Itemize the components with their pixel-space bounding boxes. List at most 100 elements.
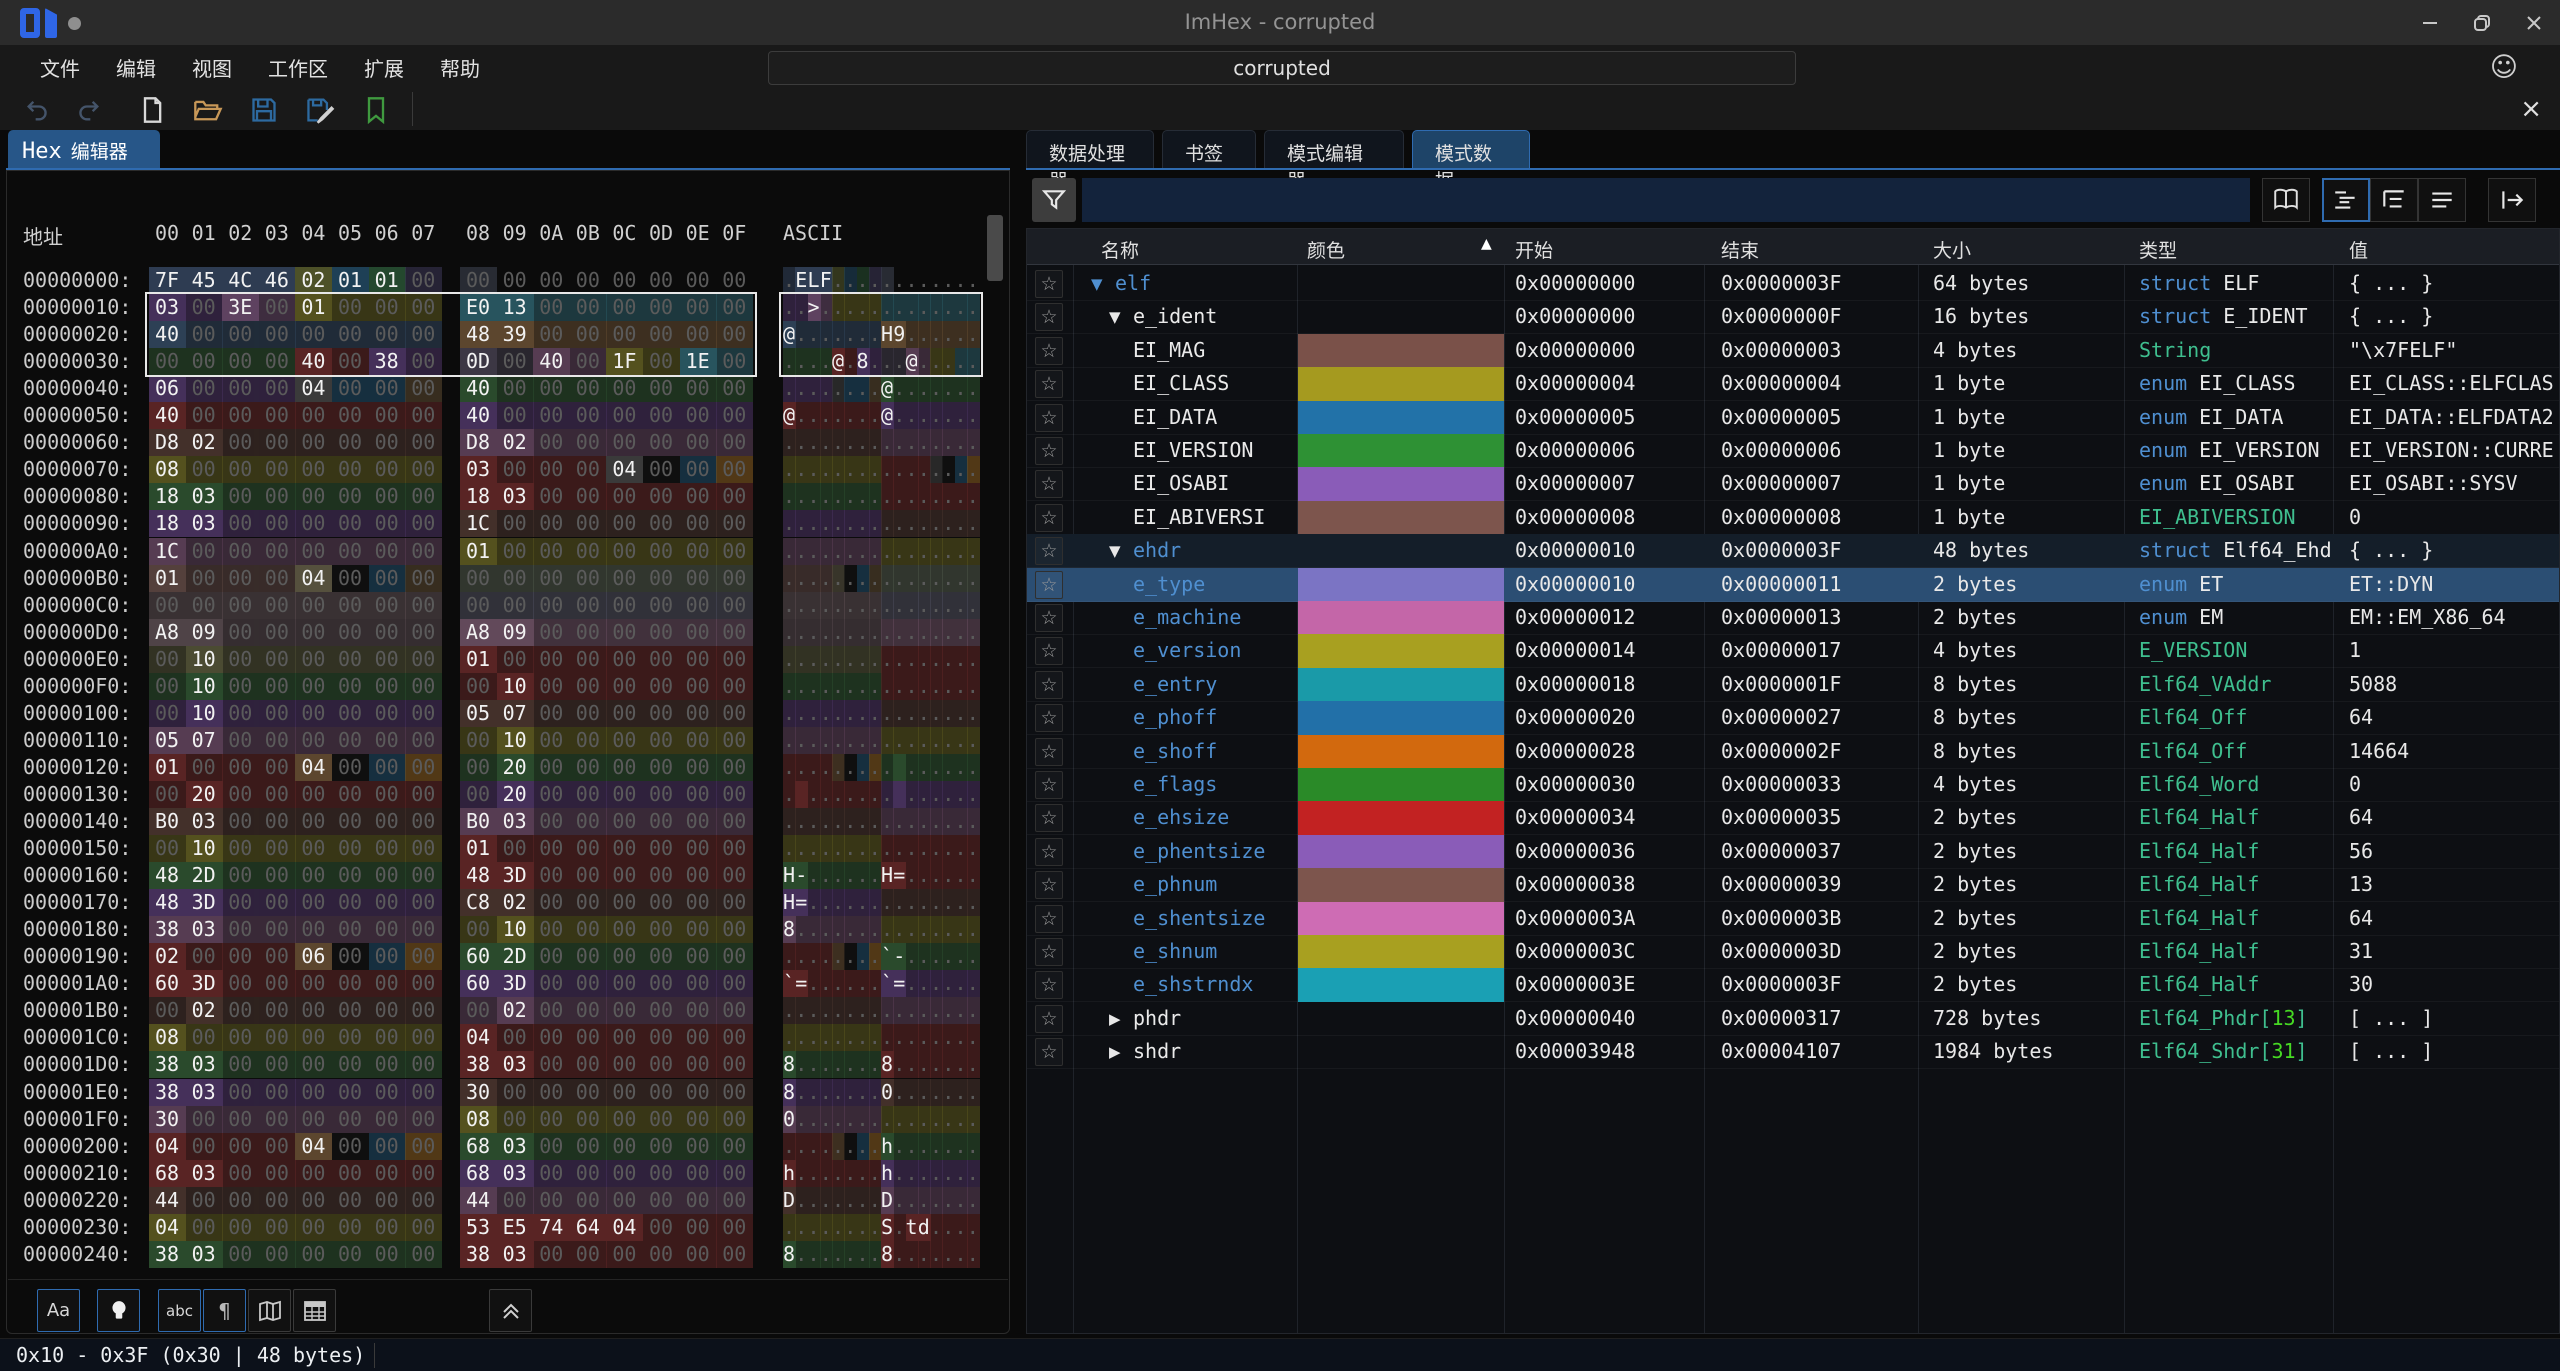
ascii-cell[interactable]: .	[967, 808, 980, 835]
ascii-cell[interactable]: .	[795, 619, 808, 646]
byte-cell[interactable]: 00	[680, 1079, 717, 1106]
favorite-star-icon[interactable]: ☆	[1035, 604, 1063, 632]
byte-cell[interactable]: 00	[222, 835, 259, 862]
ascii-cell[interactable]: .	[918, 646, 931, 673]
ascii-cell[interactable]: @	[783, 402, 796, 429]
ascii-cell[interactable]: .	[857, 862, 870, 889]
byte-cell[interactable]: 07	[497, 700, 534, 727]
byte-cell[interactable]: 00	[680, 565, 717, 592]
ascii-cell[interactable]: =	[893, 970, 906, 997]
byte-cell[interactable]: 00	[369, 375, 406, 402]
byte-cell[interactable]: 40	[460, 402, 497, 429]
ascii-cell[interactable]: .	[869, 1079, 882, 1106]
ascii-cell[interactable]: .	[857, 294, 870, 321]
byte-cell[interactable]: 10	[186, 700, 223, 727]
byte-cell[interactable]: 00	[405, 862, 442, 889]
byte-cell[interactable]: 1C	[460, 510, 497, 537]
table-row-e_phoff[interactable]: ☆e_phoff0x000000200x000000278 bytesElf64…	[1027, 701, 2559, 735]
ascii-cell[interactable]: .	[869, 862, 882, 889]
ascii-cell[interactable]: .	[820, 321, 833, 348]
favorite-star-icon[interactable]: ☆	[1035, 437, 1063, 465]
byte-cell[interactable]: 00	[606, 1133, 643, 1160]
tree-indent-icon[interactable]	[2370, 178, 2418, 222]
ascii-cell[interactable]: .	[783, 808, 796, 835]
ascii-cell[interactable]: .	[930, 781, 943, 808]
ascii-cell[interactable]: .	[844, 267, 857, 294]
byte-cell[interactable]: 00	[369, 781, 406, 808]
col-start[interactable]: 开始	[1515, 236, 1553, 263]
byte-cell[interactable]: 00	[606, 943, 643, 970]
byte-cell[interactable]: 00	[222, 700, 259, 727]
byte-cell[interactable]: 00	[716, 538, 753, 565]
byte-cell[interactable]: 00	[295, 781, 332, 808]
byte-cell[interactable]: B0	[149, 808, 186, 835]
ascii-cell[interactable]: .	[942, 1187, 955, 1214]
byte-cell[interactable]: 00	[606, 1160, 643, 1187]
ascii-cell[interactable]: .	[906, 321, 919, 348]
pattern-name[interactable]: e_version	[1133, 638, 1241, 662]
ascii-cell[interactable]: .	[930, 700, 943, 727]
byte-cell[interactable]: 00	[606, 970, 643, 997]
ascii-cell[interactable]: .	[930, 889, 943, 916]
byte-cell[interactable]: 00	[332, 943, 369, 970]
byte-cell[interactable]: 00	[460, 727, 497, 754]
byte-cell[interactable]: 00	[460, 673, 497, 700]
byte-cell[interactable]: 39	[497, 321, 534, 348]
ascii-cell[interactable]: 8	[783, 1051, 796, 1078]
byte-cell[interactable]: 00	[405, 1024, 442, 1051]
ascii-cell[interactable]: .	[918, 538, 931, 565]
favorite-star-icon[interactable]: ☆	[1035, 370, 1063, 398]
byte-cell[interactable]: 00	[643, 808, 680, 835]
ascii-cell[interactable]: h	[881, 1160, 894, 1187]
ascii-cell[interactable]: .	[857, 619, 870, 646]
byte-cell[interactable]: 00	[680, 321, 717, 348]
ascii-cell[interactable]: .	[832, 943, 845, 970]
byte-cell[interactable]: 68	[460, 1133, 497, 1160]
ascii-cell[interactable]: @	[906, 348, 919, 375]
ascii-cell[interactable]: .	[832, 970, 845, 997]
byte-cell[interactable]: 03	[460, 456, 497, 483]
byte-cell[interactable]: 00	[332, 619, 369, 646]
ascii-cell[interactable]: .	[869, 619, 882, 646]
ascii-cell[interactable]: .	[844, 538, 857, 565]
byte-cell[interactable]: 00	[606, 592, 643, 619]
ascii-cell[interactable]: .	[906, 375, 919, 402]
ascii-cell[interactable]: .	[881, 294, 894, 321]
ascii-cell[interactable]: .	[918, 375, 931, 402]
byte-cell[interactable]: 00	[332, 862, 369, 889]
pattern-color-swatch[interactable]	[1298, 668, 1504, 702]
byte-cell[interactable]: 00	[680, 1106, 717, 1133]
ascii-cell[interactable]: .	[881, 619, 894, 646]
byte-cell[interactable]: 00	[716, 429, 753, 456]
ascii-cell[interactable]: .	[808, 565, 821, 592]
byte-cell[interactable]: 00	[606, 1079, 643, 1106]
byte-cell[interactable]: 00	[570, 619, 607, 646]
byte-cell[interactable]: 00	[186, 754, 223, 781]
byte-cell[interactable]: 00	[222, 1214, 259, 1241]
byte-cell[interactable]: 1F	[606, 348, 643, 375]
byte-cell[interactable]: 00	[606, 565, 643, 592]
ascii-cell[interactable]: .	[808, 754, 821, 781]
byte-cell[interactable]: 05	[460, 700, 497, 727]
byte-cell[interactable]: 00	[606, 1024, 643, 1051]
byte-cell[interactable]: 00	[295, 1187, 332, 1214]
byte-cell[interactable]: 00	[570, 997, 607, 1024]
ascii-cell[interactable]: t	[906, 1214, 919, 1241]
byte-cell[interactable]: 00	[295, 510, 332, 537]
ascii-cell[interactable]: .	[893, 700, 906, 727]
menu-edit[interactable]: 编辑	[116, 53, 156, 82]
byte-cell[interactable]: 00	[222, 565, 259, 592]
ascii-cell[interactable]: .	[820, 619, 833, 646]
byte-cell[interactable]: 00	[295, 1106, 332, 1133]
ascii-cell[interactable]: .	[942, 646, 955, 673]
ascii-cell[interactable]: .	[881, 835, 894, 862]
byte-cell[interactable]: 00	[149, 348, 186, 375]
ascii-cell[interactable]: .	[955, 1024, 968, 1051]
byte-cell[interactable]: 00	[222, 1079, 259, 1106]
byte-cell[interactable]: 00	[533, 889, 570, 916]
ascii-cell[interactable]: d	[918, 1214, 931, 1241]
pattern-color-swatch[interactable]	[1298, 935, 1504, 969]
table-row-e_machine[interactable]: ☆e_machine0x000000120x000000132 bytesenu…	[1027, 601, 2559, 635]
byte-cell[interactable]: 03	[497, 1160, 534, 1187]
ascii-cell[interactable]: .	[930, 348, 943, 375]
